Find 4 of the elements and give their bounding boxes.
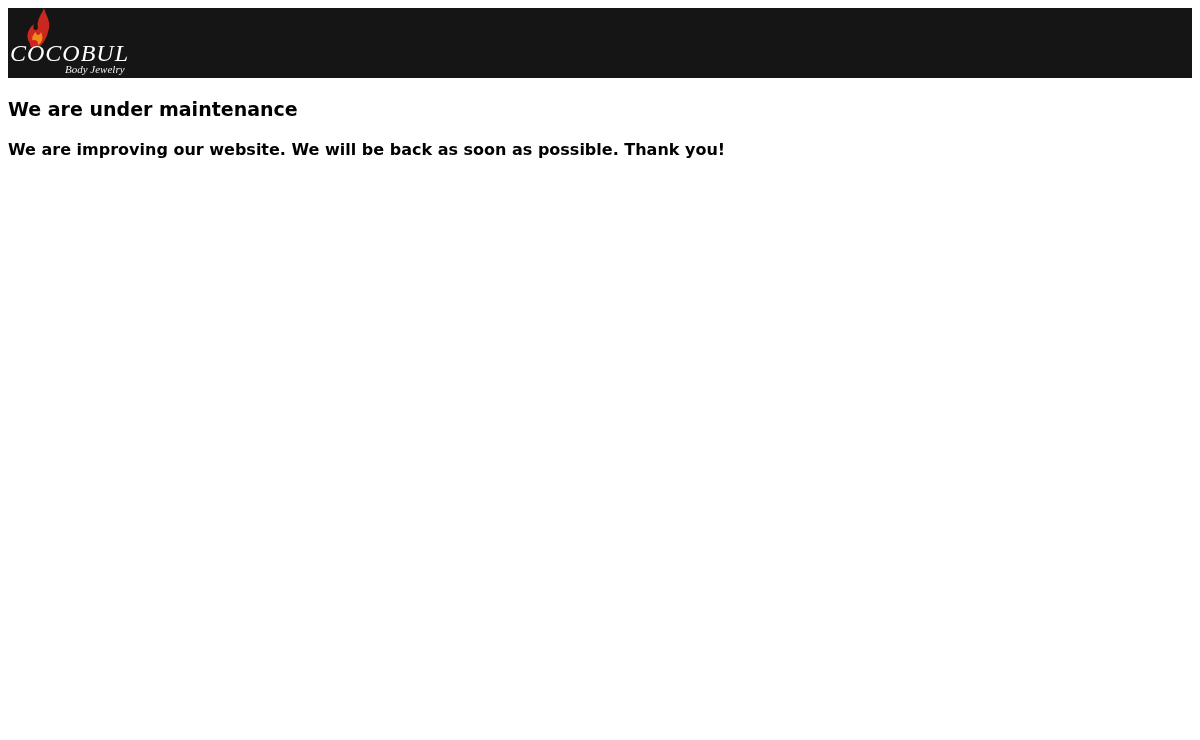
logo-tagline: Body Jewelry <box>65 63 125 75</box>
logo-text: COCOBUL <box>10 40 130 66</box>
maintenance-message: We are improving our website. We will be back as soon as possible. Thank you! <box>8 140 727 159</box>
maintenance-heading: We are under maintenance <box>8 98 299 120</box>
